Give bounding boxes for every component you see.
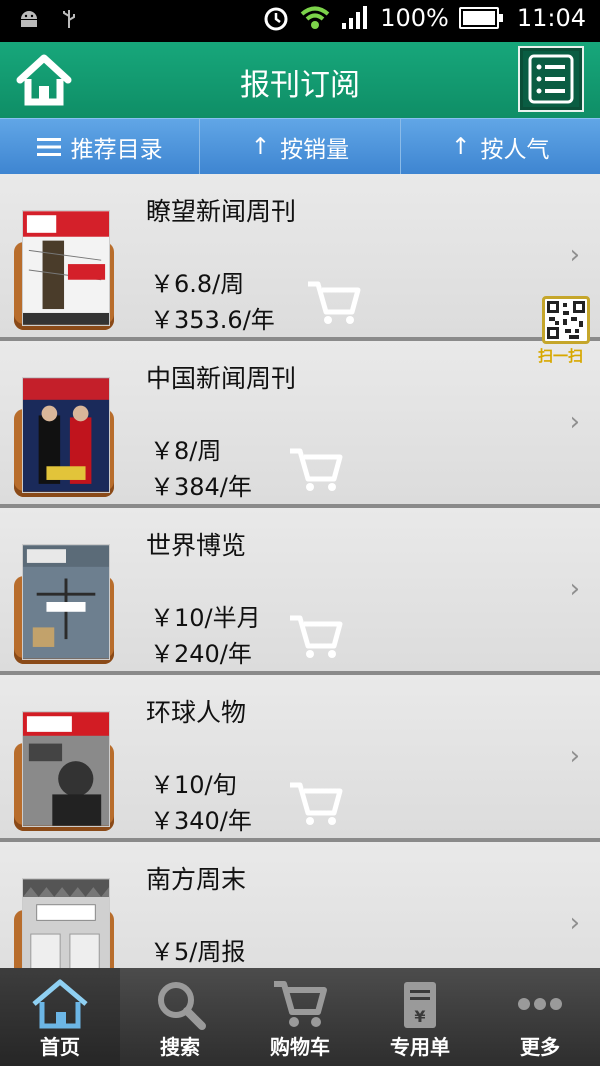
receipt-icon: ¥ <box>404 982 436 1028</box>
item-price-year: ￥240/年 <box>150 640 252 668</box>
tab-label: 按人气 <box>480 136 550 163</box>
list-item[interactable]: 世界博览 ￥10/半月 ￥240/年 › <box>0 508 600 675</box>
item-price-year: ￥340/年 <box>150 807 252 835</box>
menu-button[interactable] <box>518 46 584 112</box>
item-name: 中国新闻周刊 <box>146 364 297 393</box>
list-item[interactable]: 南方周末 ￥5/周报 › <box>0 842 600 968</box>
item-price-year: ￥353.6/年 <box>150 306 275 334</box>
nav-label: 购物车 <box>270 1035 330 1059</box>
tab-recommended[interactable]: 推荐目录 <box>0 119 201 174</box>
nav-label: 专用单 <box>390 1035 450 1059</box>
bottom-nav: 首页 搜索 购物车 ¥ 专用单 更多 <box>0 968 600 1066</box>
arrow-up-icon: ↑ <box>250 133 271 160</box>
arrow-up-icon: ↑ <box>451 133 471 160</box>
magazine-list: 瞭望新闻周刊 ￥6.8/周 ￥353.6/年 › 中国新闻周刊 ￥8/周 ￥38… <box>0 174 600 968</box>
page-title: 报刊订阅 <box>240 68 360 103</box>
status-bar: 100% 11:04 <box>0 0 600 42</box>
cart-icon <box>274 981 327 1027</box>
chevron-right-icon[interactable]: › <box>570 574 580 604</box>
more-icon <box>518 998 562 1010</box>
item-name: 瞭望新闻周刊 <box>146 197 297 226</box>
item-price-period: ￥10/旬 <box>150 771 237 799</box>
item-name: 环球人物 <box>146 698 247 727</box>
android-icon <box>21 11 37 27</box>
chevron-right-icon[interactable]: › <box>570 741 580 771</box>
item-price-period: ￥6.8/周 <box>150 270 245 298</box>
svg-text:¥: ¥ <box>414 1007 425 1026</box>
item-price-period: ￥8/周 <box>150 437 222 465</box>
usb-icon <box>63 10 75 28</box>
item-price-year: ￥384/年 <box>150 473 252 501</box>
chevron-right-icon[interactable]: › <box>570 908 580 938</box>
list-icon <box>36 137 61 156</box>
add-to-cart-icon[interactable] <box>306 278 362 326</box>
sort-bar: 推荐目录 ↑ 按销量 ↑ 按人气 <box>0 118 600 174</box>
nav-label: 搜索 <box>160 1035 200 1059</box>
magazine-cover <box>14 371 114 497</box>
list-item[interactable]: 中国新闻周刊 ￥8/周 ￥384/年 › <box>0 341 600 508</box>
tab-label: 推荐目录 <box>70 136 163 163</box>
add-to-cart-icon[interactable] <box>288 445 344 493</box>
clock: 11:04 <box>516 4 586 32</box>
list-item[interactable]: 环球人物 ￥10/旬 ￥340/年 › <box>0 675 600 842</box>
nav-label: 更多 <box>520 1035 560 1059</box>
add-to-cart-icon[interactable] <box>288 612 344 660</box>
search-icon <box>158 982 206 1030</box>
home-icon <box>32 979 88 1029</box>
nav-cart[interactable]: 购物车 <box>240 968 360 1066</box>
nav-home[interactable]: 首页 <box>0 968 120 1066</box>
magazine-cover <box>14 204 114 330</box>
nav-search[interactable]: 搜索 <box>120 968 240 1066</box>
magazine-cover <box>14 872 114 968</box>
list-menu-icon <box>528 54 574 104</box>
title-bar: 报刊订阅 <box>0 42 600 118</box>
item-name: 南方周末 <box>146 865 247 894</box>
chevron-right-icon[interactable]: › <box>570 407 580 437</box>
list-item[interactable]: 瞭望新闻周刊 ￥6.8/周 ￥353.6/年 › <box>0 174 600 341</box>
magazine-cover <box>14 538 114 664</box>
item-name: 世界博览 <box>146 531 247 560</box>
battery-percent: 100% <box>380 4 449 32</box>
signal-icon <box>342 6 368 29</box>
battery-icon <box>458 7 503 29</box>
nav-special-order[interactable]: ¥ 专用单 <box>360 968 480 1066</box>
nav-more[interactable]: 更多 <box>480 968 600 1066</box>
alarm-icon <box>264 7 288 31</box>
qr-code-icon <box>547 301 585 339</box>
item-price-period: ￥5/周报 <box>150 938 246 966</box>
chevron-right-icon[interactable]: › <box>570 240 580 270</box>
wifi-icon <box>300 6 330 29</box>
qr-scan-label[interactable]: 扫一扫 <box>538 345 583 366</box>
item-price-period: ￥10/半月 <box>150 604 261 632</box>
magazine-cover <box>14 705 114 831</box>
tab-label: 按销量 <box>280 136 350 163</box>
tab-by-popularity[interactable]: ↑ 按人气 <box>401 119 600 174</box>
nav-label: 首页 <box>40 1035 80 1059</box>
qr-scan-button[interactable] <box>542 296 590 344</box>
tab-by-sales[interactable]: ↑ 按销量 <box>200 119 401 174</box>
add-to-cart-icon[interactable] <box>288 779 344 827</box>
